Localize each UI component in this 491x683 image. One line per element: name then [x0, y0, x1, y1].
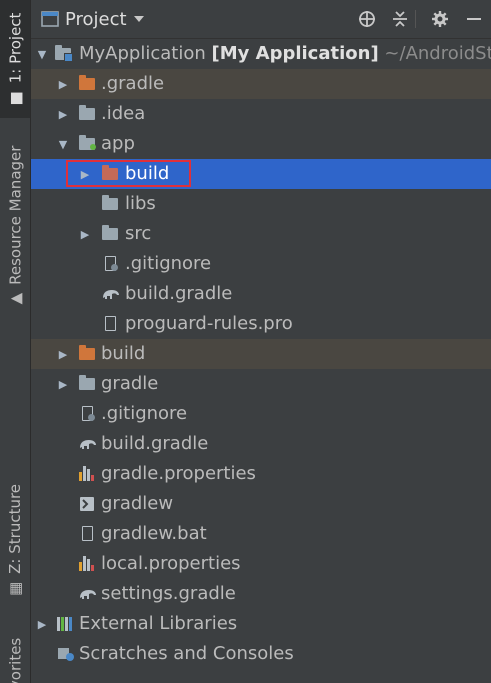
tree-item-dot-gradle[interactable]: ▶ .gradle	[31, 69, 491, 99]
text-file-icon	[79, 526, 97, 542]
tree-item-gitignore[interactable]: .gitignore	[31, 399, 491, 429]
header-divider	[415, 10, 416, 28]
tab-structure[interactable]: ▦ Z: Structure	[0, 480, 30, 600]
gradle-elephant-icon	[78, 436, 96, 452]
gear-icon[interactable]	[431, 10, 449, 28]
app-module-folder-icon	[79, 135, 97, 152]
excluded-folder-icon	[102, 165, 120, 182]
tree-item-gradle-properties[interactable]: gradle.properties	[31, 459, 491, 489]
view-selector[interactable]: Project	[41, 9, 145, 30]
project-panel-header: Project	[31, 0, 491, 39]
tree-item-app-build[interactable]: ▶ build	[31, 159, 491, 189]
item-label: build.gradle	[101, 433, 209, 454]
item-label: libs	[125, 193, 156, 214]
tree-item-gradlew-bat[interactable]: gradlew.bat	[31, 519, 491, 549]
collapsed-arrow-icon[interactable]: ▶	[57, 108, 69, 121]
item-label: .idea	[101, 103, 146, 124]
tree-item-local-properties[interactable]: local.properties	[31, 549, 491, 579]
tab-favorites[interactable]: avorites	[0, 625, 30, 683]
item-label: .gitignore	[101, 403, 188, 424]
gitignore-file-icon	[79, 406, 97, 422]
tree-item-gradle-folder[interactable]: ▶ gradle	[31, 369, 491, 399]
gradle-elephant-icon	[101, 286, 119, 302]
gradle-elephant-icon	[78, 586, 96, 602]
module-folder-icon	[55, 45, 73, 62]
properties-file-icon	[79, 466, 97, 482]
item-label: .gradle	[101, 73, 165, 94]
tree-item-gradlew[interactable]: gradlew	[31, 489, 491, 519]
tab-structure-label: Z: Structure	[6, 483, 25, 574]
item-label: src	[125, 223, 152, 244]
locate-icon[interactable]	[358, 10, 376, 28]
item-label: gradlew.bat	[101, 523, 207, 544]
tree-item-root[interactable]: ▼ MyApplication [My Application] ~/Andro…	[31, 39, 491, 69]
tree-item-libs[interactable]: libs	[31, 189, 491, 219]
item-label: build	[125, 163, 170, 184]
item-label: local.properties	[101, 553, 241, 574]
collapsed-arrow-icon[interactable]: ▶	[36, 618, 48, 631]
item-label: gradlew	[101, 493, 174, 514]
project-view-icon	[41, 11, 59, 27]
expanded-arrow-icon[interactable]: ▼	[36, 48, 48, 61]
folder-icon	[79, 105, 97, 122]
shell-script-icon	[79, 496, 97, 512]
item-label: gradle	[101, 373, 159, 394]
item-label: .gitignore	[125, 253, 212, 274]
text-file-icon	[102, 316, 120, 332]
collapse-all-icon[interactable]	[391, 10, 409, 28]
collapsed-arrow-icon[interactable]: ▶	[57, 78, 69, 91]
library-icon	[57, 616, 75, 632]
tree-item-scratches[interactable]: Scratches and Consoles	[31, 639, 491, 669]
tree-item-external-libraries[interactable]: ▶ External Libraries	[31, 609, 491, 639]
collapsed-arrow-icon[interactable]: ▶	[79, 168, 91, 181]
minimize-icon[interactable]	[465, 10, 483, 28]
item-label: External Libraries	[79, 613, 238, 634]
folder-icon	[102, 195, 120, 212]
tab-project-label: 1: Project	[6, 12, 24, 84]
root-module: [My Application]	[211, 43, 379, 64]
tool-window-strip: ■ 1: Project ▲ Resource Manager ▦ Z: Str…	[0, 0, 31, 683]
tree-item-settings-gradle[interactable]: settings.gradle	[31, 579, 491, 609]
tab-resource-manager-label: Resource Manager	[6, 145, 25, 285]
item-label: settings.gradle	[101, 583, 236, 604]
project-tree: ▼ MyApplication [My Application] ~/Andro…	[31, 39, 491, 669]
tree-item-proguard[interactable]: proguard-rules.pro	[31, 309, 491, 339]
item-label: proguard-rules.pro	[125, 313, 293, 334]
scratches-icon	[57, 646, 75, 662]
folder-icon	[79, 375, 97, 392]
resource-manager-icon: ▲	[6, 292, 25, 305]
tree-item-build-gradle[interactable]: build.gradle	[31, 429, 491, 459]
gitignore-file-icon	[102, 256, 120, 272]
panel-title: Project	[65, 8, 127, 30]
collapsed-arrow-icon[interactable]: ▶	[57, 348, 69, 361]
tree-item-src[interactable]: ▶ src	[31, 219, 491, 249]
root-path: ~/AndroidStu	[384, 43, 491, 64]
tab-project[interactable]: ■ 1: Project	[0, 0, 30, 118]
excluded-folder-icon	[79, 75, 97, 92]
folder-icon	[102, 225, 120, 242]
item-label: app	[101, 133, 135, 154]
excluded-folder-icon	[79, 345, 97, 362]
item-label: build	[101, 343, 146, 364]
item-label: build.gradle	[125, 283, 233, 304]
folder-icon: ■	[6, 91, 24, 106]
tree-item-idea[interactable]: ▶ .idea	[31, 99, 491, 129]
tab-resource-manager[interactable]: ▲ Resource Manager	[0, 140, 30, 310]
chevron-down-icon	[133, 16, 144, 22]
collapsed-arrow-icon[interactable]: ▶	[79, 228, 91, 241]
structure-icon: ▦	[6, 581, 25, 597]
item-label: Scratches and Consoles	[79, 643, 294, 664]
item-label: gradle.properties	[101, 463, 256, 484]
tree-item-app-gitignore[interactable]: .gitignore	[31, 249, 491, 279]
root-name: MyApplication	[79, 43, 206, 64]
tree-item-app-build-gradle[interactable]: build.gradle	[31, 279, 491, 309]
properties-file-icon	[79, 556, 97, 572]
collapsed-arrow-icon[interactable]: ▶	[57, 378, 69, 391]
expanded-arrow-icon[interactable]: ▼	[57, 138, 69, 151]
tab-favorites-label: avorites	[6, 637, 25, 683]
tree-item-app[interactable]: ▼ app	[31, 129, 491, 159]
tree-item-build[interactable]: ▶ build	[31, 339, 491, 369]
